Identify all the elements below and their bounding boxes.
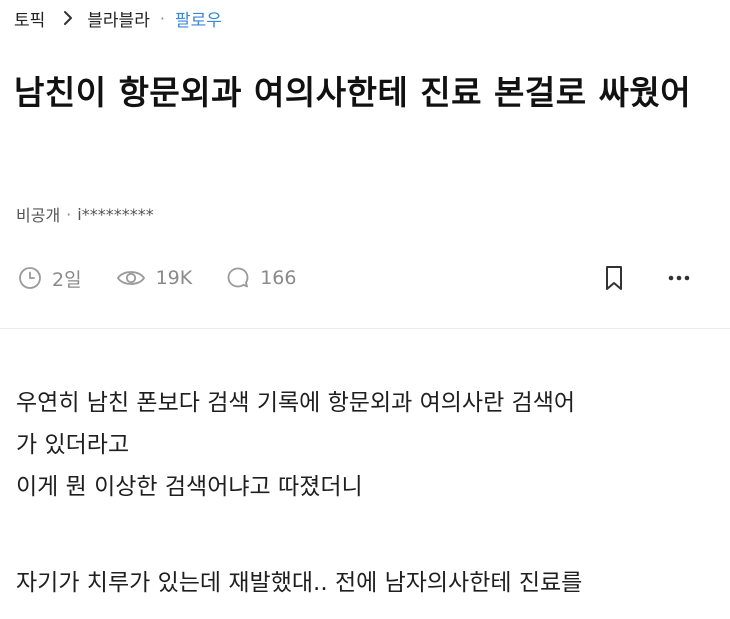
body-line: 우연히 남친 폰보다 검색 기록에 항문외과 여의사란 검색어 [16, 390, 576, 416]
chevron-right-icon [63, 10, 73, 26]
author-company: 비공개 [16, 206, 61, 225]
views-stat: 19K [116, 267, 193, 289]
post-title: 남친이 항문외과 여의사한테 진료 본걸로 싸웠어 [14, 73, 692, 112]
post-body: 우연히 남친 폰보다 검색 기록에 항문외과 여의사란 검색어 가 있더라고 이… [16, 382, 716, 604]
author-name[interactable]: i********* [77, 205, 153, 224]
body-blank-line [16, 508, 716, 562]
content-divider [0, 328, 730, 329]
breadcrumb-topic-link[interactable]: 토픽 [14, 6, 45, 31]
comment-bubble-icon [226, 266, 260, 290]
views-value: 19K [155, 267, 193, 289]
comments-stat[interactable]: 166 [226, 266, 296, 290]
breadcrumb: 토픽 블라블라 · 팔로우 [14, 6, 222, 31]
time-value: 2일 [52, 268, 82, 291]
bookmark-icon[interactable] [604, 265, 624, 291]
time-stat: 2일 [18, 265, 82, 292]
more-horizontal-icon[interactable] [668, 275, 690, 281]
eye-icon [116, 267, 156, 289]
post-stats: 2일 19K 166 [18, 262, 330, 294]
breadcrumb-separator-dot: · [159, 8, 165, 28]
comments-value: 166 [260, 267, 297, 289]
post-actions [604, 262, 690, 294]
breadcrumb-board-link[interactable]: 블라블라 [87, 6, 150, 31]
body-line: 자기가 치루가 있는데 재발했대.. 전에 남자의사한테 진료를 [16, 570, 583, 596]
author-separator: · [66, 204, 72, 224]
follow-button[interactable]: 팔로우 [175, 6, 222, 31]
clock-icon [18, 266, 52, 290]
post-author: 비공개 · i********* [16, 202, 154, 226]
body-line: 가 있더라고 [16, 432, 130, 458]
body-line: 이게 뭔 이상한 검색어냐고 따졌더니 [16, 474, 363, 500]
